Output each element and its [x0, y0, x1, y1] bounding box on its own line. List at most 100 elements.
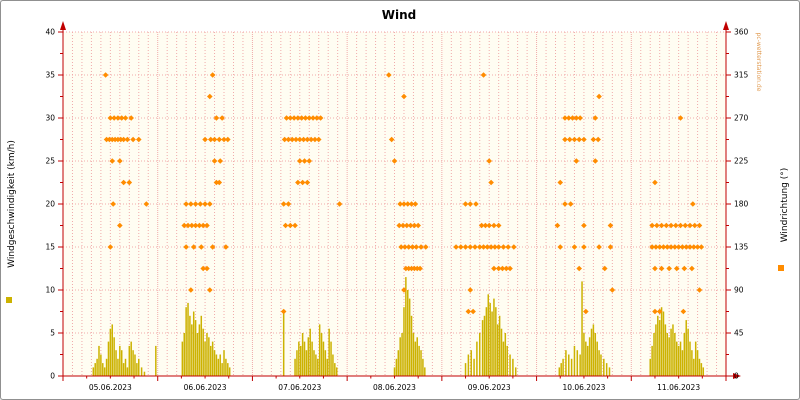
wind-speed-bar	[568, 354, 570, 376]
wind-speed-bar	[594, 333, 597, 376]
wind-speed-bar	[649, 358, 651, 376]
left-tick-label: 35	[45, 71, 55, 80]
wind-speed-bar	[694, 341, 697, 376]
wind-speed-bar	[586, 345, 589, 376]
wind-chart-window: 0 5 10 15 20 25 30 35 40 0 45 90 135 180 225 270 315 360 0…	[0, 0, 800, 400]
wind-speed-bar	[498, 315, 501, 376]
wind-speed-bar	[420, 350, 422, 376]
wind-speed-bar	[573, 345, 576, 376]
right-tick-label: 315	[734, 71, 749, 80]
wind-speed-bar	[98, 345, 100, 376]
wind-speed-bar	[320, 333, 323, 376]
wind-speed-bar	[679, 341, 682, 376]
wind-speed-bar	[117, 358, 119, 376]
wind-speed-bar	[585, 341, 587, 376]
wind-speed-bar	[410, 315, 413, 376]
wind-speed-bar	[590, 328, 593, 376]
right-tick-label: 225	[734, 157, 749, 166]
left-tick-label: 40	[45, 28, 55, 37]
date-label: 06.06.2023	[184, 383, 227, 392]
wind-speed-bar	[603, 358, 605, 376]
wind-speed-bar	[309, 328, 311, 376]
right-tick-label: 360	[734, 28, 749, 37]
wind-speed-bar	[504, 333, 507, 376]
wind-speed-bar	[683, 333, 686, 376]
wind-speed-bar	[335, 367, 338, 376]
wind-speed-bar	[187, 302, 189, 376]
wind-speed-bar	[128, 345, 131, 376]
left-tick-label: 0	[50, 372, 55, 381]
wind-speed-bar	[424, 367, 426, 376]
wind-speed-bar	[658, 320, 661, 376]
wind-speed-bar	[107, 341, 110, 376]
wind-speed-bar	[489, 302, 491, 376]
wind-speed-bar	[111, 324, 114, 376]
wind-speed-bar	[102, 363, 104, 376]
wind-speed-bar	[478, 333, 481, 376]
wind-speed-bar	[677, 345, 680, 376]
wind-speed-bar	[225, 358, 227, 376]
left-axis-title: Windgeschwindigkeit (km/h)	[7, 140, 17, 268]
wind-speed-bar	[198, 324, 201, 376]
right-tick-label: 135	[734, 243, 749, 252]
wind-speed-bar	[670, 328, 672, 376]
wind-speed-bar	[208, 337, 210, 376]
wind-speed-bar	[328, 328, 330, 376]
right-tick-label: 180	[734, 200, 749, 209]
wind-speed-bar	[651, 345, 653, 376]
wind-speed-bar	[579, 354, 581, 376]
right-tick-label: 270	[734, 114, 749, 123]
wind-speed-bar	[105, 358, 108, 376]
wind-speed-bar	[183, 333, 185, 376]
wind-speed-bar	[596, 341, 598, 376]
left-tick-label: 30	[45, 114, 55, 123]
wind-speed-bar	[228, 367, 231, 376]
wind-speed-bar	[418, 345, 420, 376]
wind-speed-bar	[653, 333, 655, 376]
wind-speed-bar	[126, 367, 129, 376]
wind-speed-bar	[332, 354, 334, 376]
wind-speed-bar	[483, 315, 486, 376]
wind-speed-bar	[687, 328, 689, 376]
wind-speed-bar	[109, 328, 112, 376]
wind-speed-bar	[565, 350, 567, 376]
wind-speed-bar	[681, 350, 684, 376]
wind-speed-bar	[608, 367, 611, 376]
wind-speed-bar	[698, 358, 701, 376]
wind-speed-bar	[600, 354, 602, 376]
wind-speed-bar	[100, 354, 102, 376]
wind-speed-bar	[334, 363, 336, 376]
wind-speed-bar	[655, 324, 657, 376]
wind-speed-bar	[324, 350, 327, 376]
wind-speed-bar	[560, 363, 562, 376]
wind-speed-bar	[92, 367, 95, 376]
wind-speed-bar	[206, 333, 208, 376]
left-tick-label: 15	[45, 243, 55, 252]
wind-speed-bar	[691, 350, 693, 376]
wind-speed-bar	[598, 350, 600, 376]
wind-speed-bar	[696, 350, 699, 376]
wind-speed-bar	[693, 358, 695, 376]
wind-speed-bar	[664, 324, 667, 376]
wind-speed-bar	[405, 277, 407, 376]
wind-speed-bar	[401, 333, 403, 376]
wind-speed-bar	[217, 358, 220, 376]
wind-speed-bar	[496, 324, 499, 376]
wind-speed-bar	[140, 367, 143, 376]
date-label: 11.06.2023	[657, 383, 700, 392]
wind-speed-bar	[558, 367, 561, 376]
date-label: 08.06.2023	[373, 383, 416, 392]
wind-speed-bar	[502, 341, 505, 376]
wind-speed-bar	[194, 320, 197, 376]
wind-speed-bar	[322, 341, 325, 376]
date-label: 09.06.2023	[468, 383, 511, 392]
wind-speed-bar	[605, 363, 608, 376]
wind-speed-bar	[414, 341, 417, 376]
wind-speed-bar	[189, 315, 191, 376]
wind-speed-bar	[315, 354, 317, 376]
wind-speed-bar	[495, 307, 497, 376]
wind-speed-bar	[294, 358, 296, 376]
wind-speed-bar	[130, 341, 132, 376]
wind-speed-bar	[397, 350, 400, 376]
wind-speed-bar	[298, 341, 300, 376]
